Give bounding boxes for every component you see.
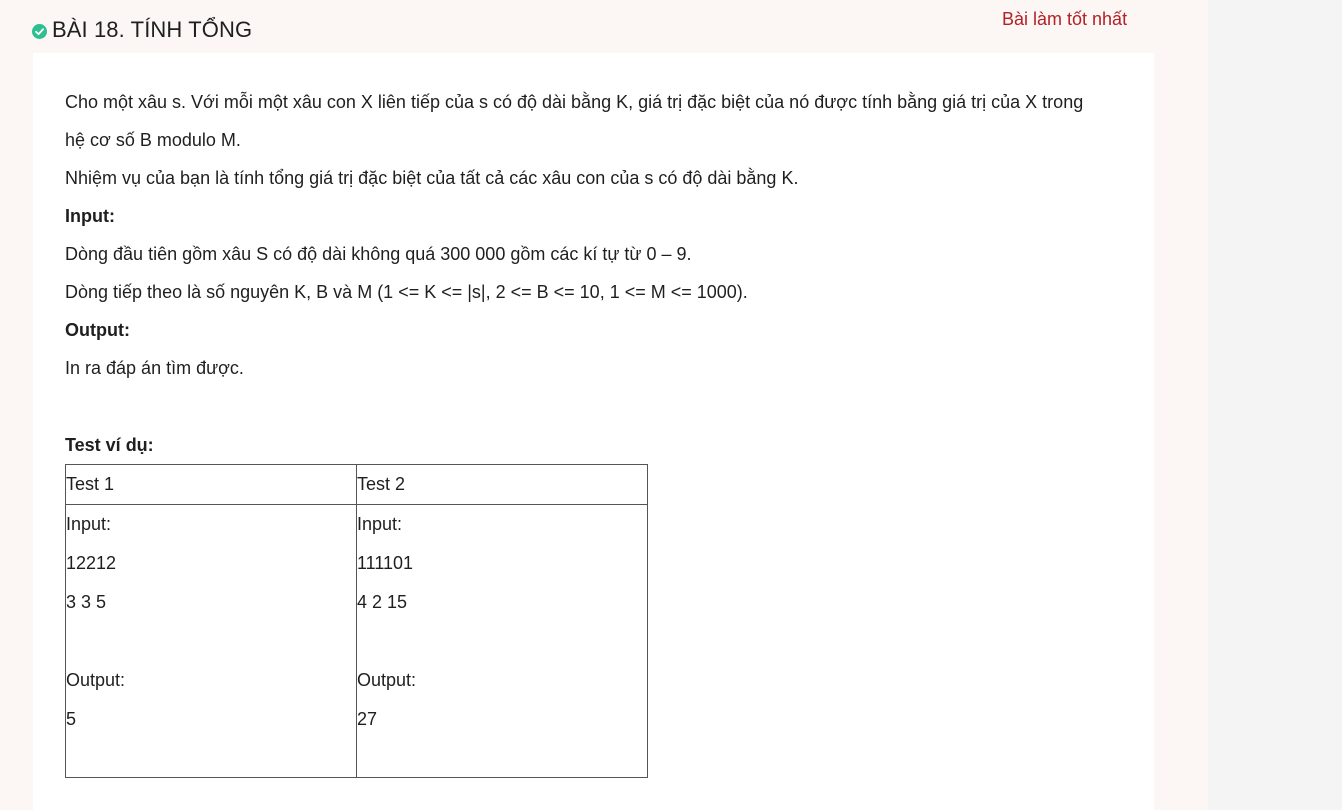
problem-content: Cho một xâu s. Với mỗi một xâu con X liê… [65,83,1125,778]
check-circle-icon [32,24,47,39]
input-line-1: Dòng đầu tiên gồm xâu S có độ dài không … [65,244,692,264]
best-solution-link[interactable]: Bài làm tốt nhất [1002,9,1127,30]
output-heading: Output: [65,320,130,340]
test-2-input-line-1: 111101 [357,553,414,573]
problem-card: Cho một xâu s. Với mỗi một xâu con X liê… [33,53,1154,810]
test-1-title: Test 1 [65,464,357,505]
problem-header: BÀI 18. TÍNH TỔNG Bài làm tốt nhất [32,9,1142,50]
table-header-row: Test 1 Test 2 [65,464,648,505]
test-2-title: Test 2 [356,464,648,505]
test-2-output-value: 27 [357,709,378,729]
test-1-input-line-1: 12212 [66,553,117,573]
statement-line-2: hệ cơ số B modulo M. [65,130,241,150]
test-2-input-label: Input: [357,514,403,534]
test-1-output-value: 5 [66,709,77,729]
output-line-1: In ra đáp án tìm được. [65,358,244,378]
test-1-input-label: Input: [66,514,112,534]
examples-heading: Test ví dụ: [65,435,154,455]
statement-task: Nhiệm vụ của bạn là tính tổng giá trị đặ… [65,168,799,188]
right-panel [1208,0,1342,810]
statement-line-1: Cho một xâu s. Với mỗi một xâu con X liê… [65,92,1084,112]
input-line-2: Dòng tiếp theo là số nguyên K, B và M (1… [65,282,748,302]
table-row: Input: 12212 3 3 5 Output: 5 Input: 1111… [65,504,648,778]
input-heading: Input: [65,206,115,226]
examples-table: Test 1 Test 2 Input: 12212 3 3 5 Output:… [65,464,648,778]
test-1-cell: Input: 12212 3 3 5 Output: 5 [65,504,357,778]
test-1-input-line-2: 3 3 5 [66,592,107,612]
test-2-output-label: Output: [357,670,417,690]
test-2-cell: Input: 111101 4 2 15 Output: 27 [356,504,648,778]
test-1-output-label: Output: [66,670,126,690]
page-title: BÀI 18. TÍNH TỔNG [52,17,253,42]
test-2-input-line-2: 4 2 15 [357,592,408,612]
